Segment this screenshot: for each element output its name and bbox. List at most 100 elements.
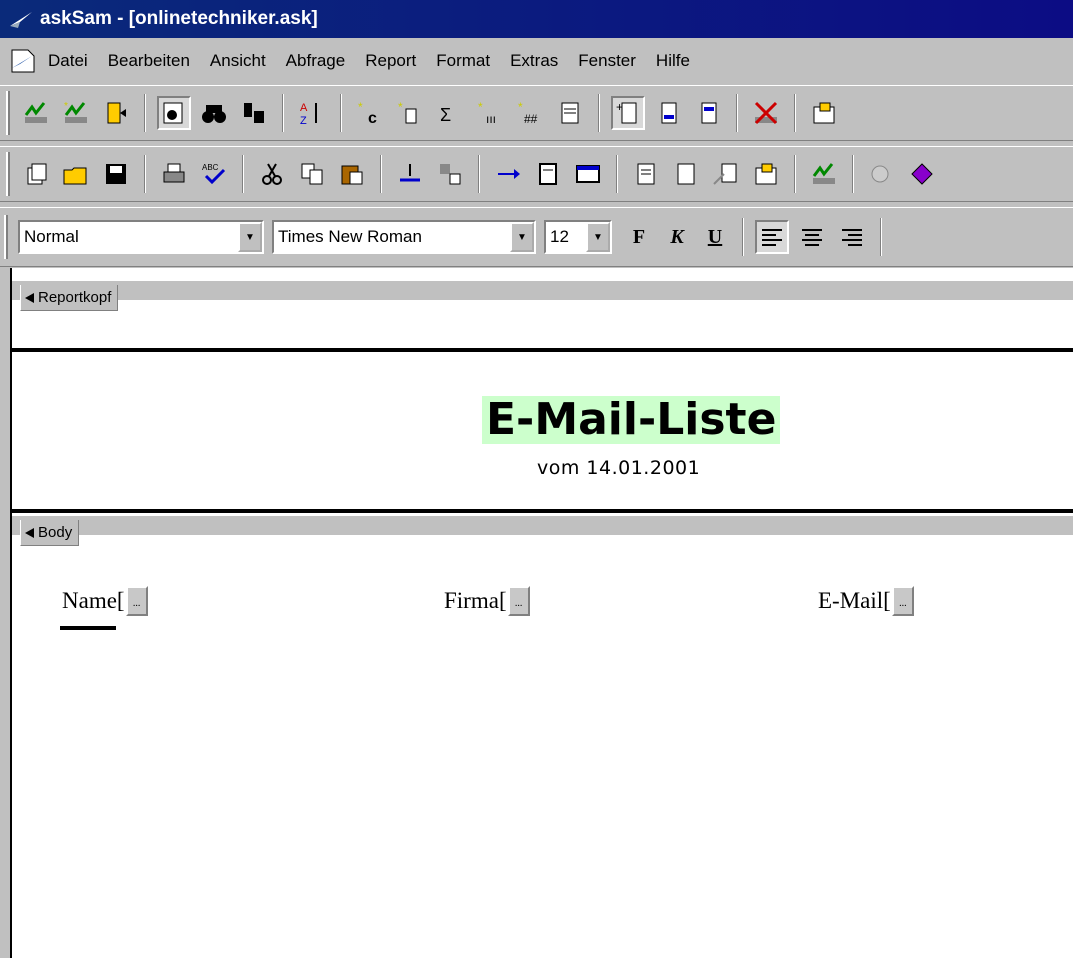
document-text-icon[interactable]: [629, 157, 663, 191]
cursor-underline: [60, 626, 116, 630]
align-right-icon[interactable]: [835, 220, 869, 254]
divider-line: [12, 348, 1073, 352]
chevron-down-icon[interactable]: ▼: [238, 222, 262, 252]
find-fields-icon[interactable]: [157, 96, 191, 130]
document-icon[interactable]: [8, 48, 38, 74]
report-properties-icon[interactable]: [807, 96, 841, 130]
toolbar-separator: [340, 94, 342, 132]
toolbar-grip[interactable]: [4, 215, 8, 259]
find-replace-icon[interactable]: [237, 96, 271, 130]
toolbar-grip[interactable]: [6, 91, 10, 135]
menu-hilfe[interactable]: Hilfe: [654, 49, 692, 73]
svg-text:*: *: [64, 101, 68, 112]
menu-abfrage[interactable]: Abfrage: [284, 49, 348, 73]
toolbar-separator: [144, 94, 146, 132]
menu-format[interactable]: Format: [434, 49, 492, 73]
open-folder-icon[interactable]: [59, 157, 93, 191]
report-design-icon[interactable]: [19, 96, 53, 130]
copy-icon[interactable]: [295, 157, 329, 191]
help-book-icon[interactable]: [905, 157, 939, 191]
body-section-bar[interactable]: Body: [12, 515, 1073, 546]
italic-button[interactable]: K: [660, 220, 694, 254]
insert-calc-icon[interactable]: Σ: [433, 96, 467, 130]
body-tab[interactable]: Body: [20, 520, 80, 546]
menu-bar: Datei Bearbeiten Ansicht Abfrage Report …: [0, 38, 1073, 84]
menu-ansicht[interactable]: Ansicht: [208, 49, 268, 73]
style-select[interactable]: Normal ▼: [18, 220, 264, 254]
toolbar-separator: [852, 155, 854, 193]
insert-picture-icon[interactable]: [553, 96, 587, 130]
report-header-tab[interactable]: Reportkopf: [20, 285, 119, 311]
svg-text:+: +: [616, 100, 623, 114]
window-title: askSam - [onlinetechniker.ask]: [40, 8, 318, 29]
insert-field-icon[interactable]: *: [393, 96, 427, 130]
paste-icon[interactable]: [335, 157, 369, 191]
exit-report-icon[interactable]: [99, 96, 133, 130]
svg-text:Z: Z: [300, 115, 307, 127]
report-header-section-bar[interactable]: Reportkopf: [12, 280, 1073, 311]
svg-text:A: A: [300, 102, 308, 114]
insert-footer-icon[interactable]: [651, 96, 685, 130]
delete-report-icon[interactable]: [749, 96, 783, 130]
field-options-button[interactable]: ...: [125, 586, 148, 616]
firma-field-label: Firma[: [444, 588, 507, 613]
spellcheck-icon[interactable]: ABC: [197, 157, 231, 191]
cut-icon[interactable]: [255, 157, 289, 191]
page-setup-icon[interactable]: [709, 157, 743, 191]
toolbar-separator: [380, 155, 382, 193]
align-bottom-icon[interactable]: [393, 157, 427, 191]
arrow-right-icon[interactable]: [491, 157, 525, 191]
underline-button[interactable]: U: [698, 220, 732, 254]
report-title[interactable]: E-Mail-Liste: [482, 396, 781, 444]
blank-page-icon[interactable]: [669, 157, 703, 191]
asksam-app-icon: [10, 12, 32, 28]
font-select[interactable]: Times New Roman ▼: [272, 220, 536, 254]
print-icon[interactable]: [157, 157, 191, 191]
toolbar-separator: [880, 218, 882, 256]
menu-fenster[interactable]: Fenster: [576, 49, 638, 73]
font-select-value: Times New Roman: [278, 227, 422, 246]
menu-datei[interactable]: Datei: [46, 49, 90, 73]
format-painter-icon[interactable]: [433, 157, 467, 191]
svg-text:Σ: Σ: [440, 105, 451, 125]
bold-button[interactable]: F: [622, 220, 656, 254]
toolbar-grip[interactable]: [6, 152, 10, 196]
report-header-label: Reportkopf: [38, 289, 112, 306]
properties-icon[interactable]: [749, 157, 783, 191]
font-size-select[interactable]: 12 ▼: [544, 220, 612, 254]
binoculars-icon[interactable]: [197, 96, 231, 130]
svg-text:*: *: [518, 100, 523, 114]
window-icon[interactable]: [571, 157, 605, 191]
menu-bearbeiten[interactable]: Bearbeiten: [106, 49, 192, 73]
align-left-icon[interactable]: [755, 220, 789, 254]
field-options-button[interactable]: ...: [507, 586, 530, 616]
new-document-icon[interactable]: [19, 157, 53, 191]
field-options-button[interactable]: ...: [891, 586, 914, 616]
report-date[interactable]: vom 14.01.2001: [537, 457, 700, 479]
menu-extras[interactable]: Extras: [508, 49, 560, 73]
firma-field[interactable]: Firma[ ...: [444, 586, 530, 616]
insert-text-field-icon[interactable]: * c: [353, 96, 387, 130]
sort-icon[interactable]: AZ: [295, 96, 329, 130]
save-icon[interactable]: [99, 157, 133, 191]
report-toolbar: * AZ * c * Σ * ııı * ## +: [0, 85, 1073, 141]
chevron-down-icon[interactable]: ▼: [586, 222, 610, 252]
menu-report[interactable]: Report: [363, 49, 418, 73]
report-wizard-icon[interactable]: [807, 157, 841, 191]
title-bar[interactable]: askSam - [onlinetechniker.ask]: [0, 0, 1073, 38]
email-field[interactable]: E-Mail[ ...: [818, 586, 914, 616]
tools-icon[interactable]: [865, 157, 899, 191]
svg-text:ABC: ABC: [202, 163, 219, 172]
insert-number-icon[interactable]: * ##: [513, 96, 547, 130]
page-icon[interactable]: [531, 157, 565, 191]
insert-header-icon[interactable]: [691, 96, 725, 130]
insert-section-icon[interactable]: +: [611, 96, 645, 130]
new-report-icon[interactable]: *: [59, 96, 93, 130]
insert-counter-icon[interactable]: * ııı: [473, 96, 507, 130]
toolbar-separator: [794, 155, 796, 193]
collapse-arrow-icon: [25, 527, 34, 538]
chevron-down-icon[interactable]: ▼: [510, 222, 534, 252]
name-field[interactable]: Name[ ...: [62, 586, 148, 616]
align-center-icon[interactable]: [795, 220, 829, 254]
report-design-area[interactable]: Reportkopf E-Mail-Liste vom 14.01.2001 B…: [10, 268, 1073, 958]
